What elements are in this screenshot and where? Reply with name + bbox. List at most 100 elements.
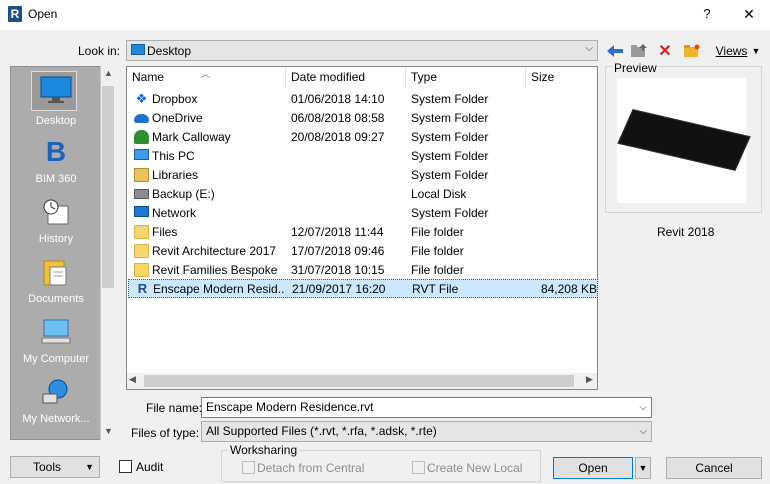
column-header-type[interactable]: Type xyxy=(406,67,526,88)
file-date: 12/07/2018 11:44 xyxy=(291,225,384,239)
preview-version-caption: Revit 2018 xyxy=(657,225,715,239)
tools-button[interactable]: Tools ▼ xyxy=(10,456,100,478)
place-my-network[interactable]: My Network... xyxy=(11,375,101,425)
place-label: History xyxy=(38,233,74,245)
detach-from-central-checkbox[interactable] xyxy=(242,461,255,474)
file-row[interactable]: OneDrive 06/08/2018 08:58 System Folder xyxy=(128,109,598,128)
chevron-left-icon[interactable]: ◀ xyxy=(129,374,136,385)
file-type: System Folder xyxy=(411,130,489,144)
delete-icon: ✕ xyxy=(658,42,672,60)
file-name: This PC xyxy=(152,149,195,163)
file-date: 06/08/2018 08:58 xyxy=(291,111,385,125)
place-history[interactable]: History xyxy=(11,195,101,245)
file-row[interactable]: This PC System Folder xyxy=(128,147,598,166)
computer-icon xyxy=(39,315,73,349)
file-name: Libraries xyxy=(152,168,199,182)
place-label: Documents xyxy=(28,293,84,305)
audit-label: Audit xyxy=(136,460,164,474)
worksharing-label: Worksharing xyxy=(228,443,300,457)
file-row[interactable]: Network System Folder xyxy=(128,204,598,223)
new-folder-button[interactable] xyxy=(680,40,704,61)
audit-checkbox[interactable] xyxy=(119,460,132,473)
tools-label: Tools xyxy=(33,460,62,474)
file-type: File folder xyxy=(411,263,464,277)
file-type: System Folder xyxy=(411,92,489,106)
chevron-down-icon: ▼ xyxy=(751,45,761,56)
file-row[interactable]: Libraries System Folder xyxy=(128,166,598,185)
folder-icon xyxy=(39,433,73,439)
place-more xyxy=(11,433,101,439)
place-bim360[interactable]: B BIM 360 xyxy=(11,135,101,185)
desktop-icon xyxy=(131,44,145,55)
file-row[interactable]: Mark Calloway 20/08/2018 09:27 System Fo… xyxy=(128,128,598,147)
file-name: Dropbox xyxy=(152,92,198,106)
file-name: Revit Families Bespoke xyxy=(152,263,278,277)
file-row[interactable]: Files 12/07/2018 11:44 File folder xyxy=(128,223,598,242)
bim360-icon: B xyxy=(45,136,67,167)
chevron-down-icon[interactable]: ⌵ xyxy=(639,398,647,417)
place-label: My Network... xyxy=(22,413,90,425)
file-name-value: Enscape Modern Residence.rvt xyxy=(206,400,374,414)
create-new-local-checkbox[interactable] xyxy=(412,461,425,474)
libraries-icon xyxy=(134,168,149,182)
chevron-right-icon[interactable]: ▶ xyxy=(586,374,593,385)
folder-icon xyxy=(134,263,149,277)
place-my-computer[interactable]: My Computer xyxy=(11,315,101,365)
file-row[interactable]: Backup (E:) Local Disk xyxy=(128,185,598,204)
file-row[interactable]: Revit Architecture 2017 17/07/2018 09:46… xyxy=(128,242,598,261)
delete-button[interactable]: ✕ xyxy=(654,40,676,61)
file-type: System Folder xyxy=(411,149,489,163)
cancel-button[interactable]: Cancel xyxy=(666,457,762,479)
disk-icon xyxy=(134,189,149,199)
file-name: Backup (E:) xyxy=(152,187,215,201)
help-button[interactable]: ? xyxy=(696,3,718,25)
file-type: System Folder xyxy=(411,111,489,125)
file-name: Files xyxy=(152,225,178,239)
open-dropdown-button[interactable]: ▼ xyxy=(635,457,651,479)
close-button[interactable]: ✕ xyxy=(738,3,760,25)
file-name: Revit Architecture 2017 xyxy=(152,244,277,258)
file-name-label: File name: xyxy=(146,401,203,415)
file-type: System Folder xyxy=(411,168,489,182)
views-label: Views xyxy=(715,43,748,58)
column-header-size[interactable]: Size xyxy=(526,67,598,88)
chevron-down-icon[interactable]: ▼ xyxy=(104,426,113,436)
column-header-date[interactable]: Date modified xyxy=(286,67,406,88)
up-folder-button[interactable] xyxy=(628,40,650,61)
file-row-selected[interactable]: R Enscape Modern Resid... 21/09/2017 16:… xyxy=(128,279,598,298)
file-name-input[interactable]: Enscape Modern Residence.rvt ⌵ xyxy=(201,397,652,418)
file-row[interactable]: Revit Families Bespoke 31/07/2018 10:15 … xyxy=(128,261,598,280)
revit-app-icon: R xyxy=(8,6,22,22)
file-list: Name ︿ Date modified Type Size ❖ Dropbox… xyxy=(126,66,598,390)
places-scroll-thumb[interactable] xyxy=(102,86,114,288)
rvt-file-icon: R xyxy=(137,281,148,296)
network-icon xyxy=(134,206,149,217)
file-date: 21/09/2017 16:20 xyxy=(292,282,386,296)
place-desktop[interactable]: Desktop xyxy=(11,69,101,129)
chevron-down-icon: ⌵ xyxy=(585,43,593,54)
back-button[interactable] xyxy=(604,40,626,61)
file-date: 31/07/2018 10:15 xyxy=(291,263,385,277)
views-button[interactable]: Views ▼ xyxy=(710,40,766,61)
desktop-icon xyxy=(39,73,73,107)
file-type-label: Files of type: xyxy=(131,426,200,440)
column-header-name[interactable]: Name ︿ xyxy=(127,67,286,88)
file-type: File folder xyxy=(411,244,464,258)
file-name: Mark Calloway xyxy=(152,130,231,144)
file-row[interactable]: ❖ Dropbox 01/06/2018 14:10 System Folder xyxy=(128,90,598,109)
folder-icon xyxy=(134,225,149,239)
open-button[interactable]: Open xyxy=(553,457,633,479)
dropbox-icon: ❖ xyxy=(135,91,148,106)
detach-from-central-label: Detach from Central xyxy=(257,461,365,475)
file-size: 84,208 KB xyxy=(540,282,597,296)
place-documents[interactable]: Documents xyxy=(11,255,101,305)
file-type-dropdown[interactable]: All Supported Files (*.rvt, *.rfa, *.ads… xyxy=(201,421,652,442)
file-date: 17/07/2018 09:46 xyxy=(291,244,385,258)
file-type-value: All Supported Files (*.rvt, *.rfa, *.ads… xyxy=(206,424,437,438)
chevron-up-icon[interactable]: ▲ xyxy=(104,68,113,78)
look-in-dropdown[interactable]: Desktop ⌵ xyxy=(126,40,598,61)
arrow-left-icon xyxy=(607,44,623,57)
folder-icon xyxy=(134,244,149,258)
new-folder-icon xyxy=(684,44,700,57)
horizontal-scroll-thumb[interactable] xyxy=(144,375,574,387)
